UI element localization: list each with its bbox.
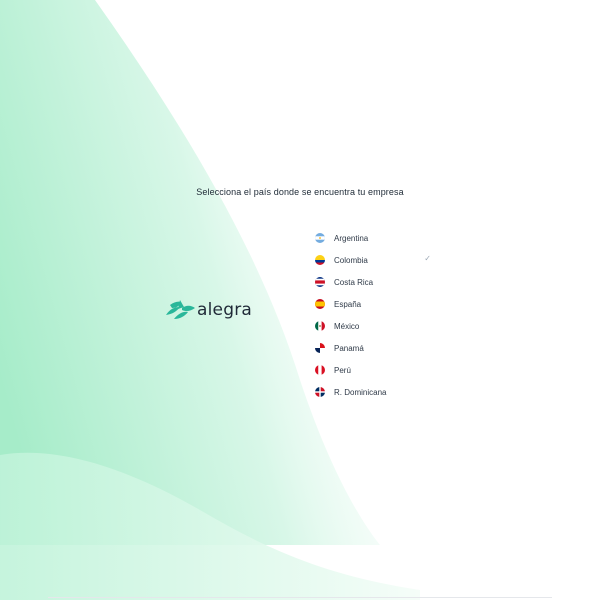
colombia-flag-icon — [315, 255, 325, 265]
country-option-colombia[interactable]: Colombia ✓ — [315, 249, 433, 271]
spain-flag-icon — [315, 299, 325, 309]
country-option-mexico[interactable]: México — [315, 315, 433, 337]
mexico-flag-icon — [315, 321, 325, 331]
country-label: Panamá — [334, 343, 364, 353]
footer-divider — [48, 597, 552, 598]
peru-flag-icon — [315, 365, 325, 375]
country-option-dominican-republic[interactable]: R. Dominicana — [315, 381, 433, 403]
country-option-argentina[interactable]: Argentina — [315, 227, 433, 249]
alegra-logo: alegra — [164, 299, 254, 325]
country-label: Colombia — [334, 255, 368, 265]
alegra-leaf-icon — [166, 300, 195, 319]
country-label: Argentina — [334, 233, 369, 243]
page-title: Selecciona el país donde se encuentra tu… — [196, 187, 404, 197]
country-label: México — [334, 321, 360, 331]
country-label: España — [334, 299, 362, 309]
dominican-republic-flag-icon — [315, 387, 325, 397]
country-list: Argentina Colombia ✓ Costa Rica España M… — [315, 227, 433, 403]
argentina-flag-icon — [315, 233, 325, 243]
country-option-peru[interactable]: Perú — [315, 359, 433, 381]
country-label: Costa Rica — [334, 277, 374, 287]
alegra-wordmark: alegra — [197, 300, 252, 320]
check-icon: ✓ — [424, 254, 431, 263]
country-label: Perú — [334, 365, 351, 375]
background-gradient — [0, 0, 420, 600]
panama-flag-icon — [315, 343, 325, 353]
country-option-spain[interactable]: España — [315, 293, 433, 315]
country-option-panama[interactable]: Panamá — [315, 337, 433, 359]
country-label: R. Dominicana — [334, 387, 387, 397]
country-option-costa-rica[interactable]: Costa Rica — [315, 271, 433, 293]
costa-rica-flag-icon — [315, 277, 325, 287]
